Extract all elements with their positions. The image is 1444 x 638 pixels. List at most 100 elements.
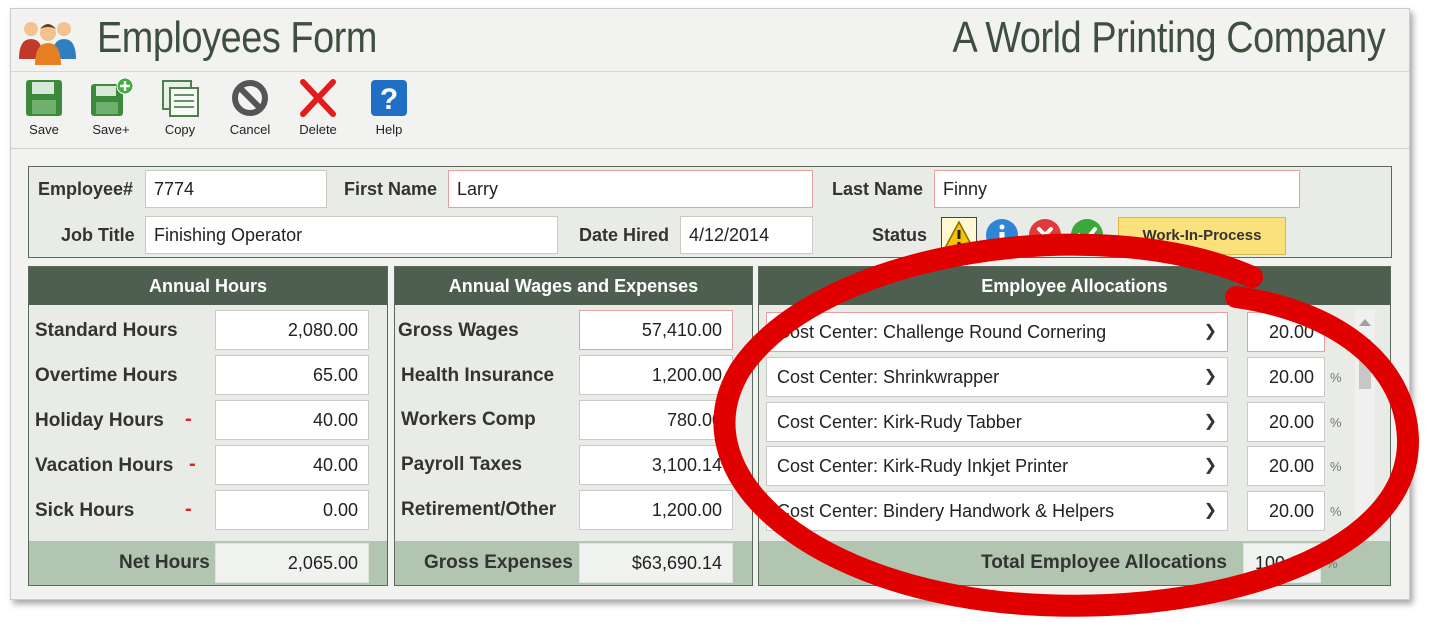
percent-symbol: % — [1326, 556, 1338, 571]
chevron-down-icon: ❯ — [1203, 413, 1217, 430]
allocation-percent-field[interactable]: 20.00 — [1247, 357, 1325, 397]
cost-center-value: Cost Center: Bindery Handwork & Helpers — [777, 501, 1115, 521]
employees-form-window: Employees Form A World Printing Company … — [10, 8, 1410, 600]
cancel-button[interactable]: Cancel — [220, 78, 280, 144]
cancel-label: Cancel — [229, 122, 271, 137]
annual-hours-section: Annual Hours Standard Hours 2,080.00 Ove… — [28, 266, 388, 586]
percent-symbol: % — [1330, 459, 1342, 474]
last-name-field[interactable] — [934, 170, 1300, 208]
delete-icon — [300, 79, 336, 117]
cost-center-select[interactable]: Cost Center: Kirk-Rudy Inkjet Printer ❯ — [766, 446, 1228, 486]
status-complete-button[interactable] — [1069, 217, 1105, 253]
date-hired-label: Date Hired — [579, 225, 670, 245]
vacation-hours-label: Vacation Hours — [35, 455, 174, 476]
percent-symbol: % — [1330, 370, 1342, 385]
cost-center-select[interactable]: Cost Center: Bindery Handwork & Helpers … — [766, 491, 1228, 531]
gross-wages-label: Gross Wages — [398, 320, 519, 341]
company-name: A World Printing Company — [952, 13, 1385, 62]
allocation-percent-field[interactable]: 20.00 — [1247, 402, 1325, 442]
retirement-other-label: Retirement/Other — [401, 499, 557, 520]
svg-text:?: ? — [380, 83, 398, 116]
job-title-field[interactable] — [145, 216, 558, 254]
status-info-button[interactable] — [984, 217, 1020, 253]
chevron-down-icon: ❯ — [1203, 502, 1217, 519]
help-label: Help — [375, 122, 403, 137]
toolbar: Save Save+ Copy Cancel Delete ? Help — [11, 72, 1409, 149]
gross-expenses-label: Gross Expenses — [424, 552, 573, 573]
people-icon — [19, 22, 76, 65]
status-error-button[interactable] — [1027, 217, 1063, 253]
cancel-icon — [232, 80, 268, 116]
allocation-percent-field[interactable]: 20.00 — [1247, 446, 1325, 486]
holiday-hours-field[interactable]: 40.00 — [215, 400, 369, 440]
annual-hours-footer: Net Hours 2,065.00 — [29, 541, 387, 585]
cost-center-select[interactable]: Cost Center: Challenge Round Cornering ❯ — [766, 312, 1228, 352]
page-title: Employees Form — [97, 13, 377, 62]
vacation-hours-field[interactable]: 40.00 — [215, 445, 369, 485]
allocations-section: Employee Allocations Cost Center: Challe… — [758, 266, 1391, 586]
sick-hours-field[interactable]: 0.00 — [215, 490, 369, 530]
net-hours-value: 2,065.00 — [215, 543, 369, 583]
total-allocations-label: Total Employee Allocations — [981, 552, 1227, 573]
chevron-down-icon: ❯ — [1203, 457, 1217, 474]
last-name-label: Last Name — [832, 179, 924, 199]
scrollbar-thumb[interactable] — [1359, 339, 1371, 389]
total-allocations-value: 100.00 — [1243, 543, 1321, 583]
gross-wages-field[interactable]: 57,410.00 — [579, 310, 733, 350]
cost-center-select[interactable]: Cost Center: Shrinkwrapper ❯ — [766, 357, 1228, 397]
cost-center-value: Cost Center: Kirk-Rudy Inkjet Printer — [777, 456, 1069, 476]
wages-footer: Gross Expenses $63,690.14 — [395, 541, 752, 585]
delete-label: Delete — [299, 122, 337, 137]
payroll-taxes-label: Payroll Taxes — [401, 454, 523, 475]
status-label: Status — [872, 225, 928, 245]
check-icon — [1071, 219, 1103, 251]
warning-icon — [943, 220, 975, 249]
status-warning-button[interactable] — [941, 217, 977, 253]
holiday-hours-label: Holiday Hours — [35, 410, 164, 431]
employee-header-panel: Employee# First Name Last Name Job Title… — [28, 166, 1392, 258]
save-plus-button[interactable]: Save+ — [81, 78, 141, 144]
standard-hours-label: Standard Hours — [35, 320, 178, 341]
help-icon: ? — [371, 80, 407, 116]
retirement-other-field[interactable]: 1,200.00 — [579, 490, 733, 530]
vacation-minus-sign: - — [189, 453, 196, 475]
save-plus-icon — [91, 78, 134, 116]
overtime-hours-label: Overtime Hours — [35, 365, 178, 386]
workers-comp-field[interactable]: 780.00 — [579, 400, 733, 440]
standard-hours-field[interactable]: 2,080.00 — [215, 310, 369, 350]
health-insurance-field[interactable]: 1,200.00 — [579, 355, 733, 395]
scroll-up-arrow[interactable] — [1359, 319, 1371, 326]
payroll-taxes-field[interactable]: 3,100.14 — [579, 445, 733, 485]
workers-comp-label: Workers Comp — [401, 409, 536, 430]
job-title-label: Job Title — [61, 225, 135, 245]
copy-button[interactable]: Copy — [150, 78, 210, 144]
sick-hours-label: Sick Hours — [35, 500, 135, 521]
copy-icon — [162, 80, 199, 117]
save-button[interactable]: Save — [14, 78, 74, 144]
net-hours-label: Net Hours — [119, 552, 210, 573]
employee-number-field[interactable] — [145, 170, 327, 208]
holiday-minus-sign: - — [185, 408, 192, 430]
delete-button[interactable]: Delete — [288, 78, 348, 144]
cost-center-select[interactable]: Cost Center: Kirk-Rudy Tabber ❯ — [766, 402, 1228, 442]
allocation-percent-field[interactable]: 20.00 — [1247, 312, 1325, 352]
first-name-label: First Name — [344, 179, 438, 199]
chevron-down-icon: ❯ — [1203, 323, 1217, 340]
first-name-field[interactable] — [448, 170, 813, 208]
annual-hours-title: Annual Hours — [29, 267, 387, 305]
overtime-hours-field[interactable]: 65.00 — [215, 355, 369, 395]
error-icon — [1029, 219, 1061, 251]
sick-minus-sign: - — [185, 498, 192, 520]
allocations-title: Employee Allocations — [759, 267, 1390, 305]
help-button[interactable]: ? Help — [359, 78, 419, 144]
save-icon — [26, 80, 62, 116]
copy-label: Copy — [164, 122, 196, 137]
status-badge[interactable]: Work-In-Process — [1118, 217, 1286, 255]
allocation-percent-field[interactable]: 20.00 — [1247, 491, 1325, 531]
cost-center-value: Cost Center: Shrinkwrapper — [777, 367, 1000, 387]
chevron-down-icon: ❯ — [1203, 368, 1217, 385]
cost-center-value: Cost Center: Challenge Round Cornering — [777, 322, 1107, 342]
date-hired-field[interactable] — [680, 216, 813, 254]
save-plus-label: Save+ — [92, 122, 130, 137]
allocations-footer: Total Employee Allocations 100.00 % — [759, 541, 1390, 585]
